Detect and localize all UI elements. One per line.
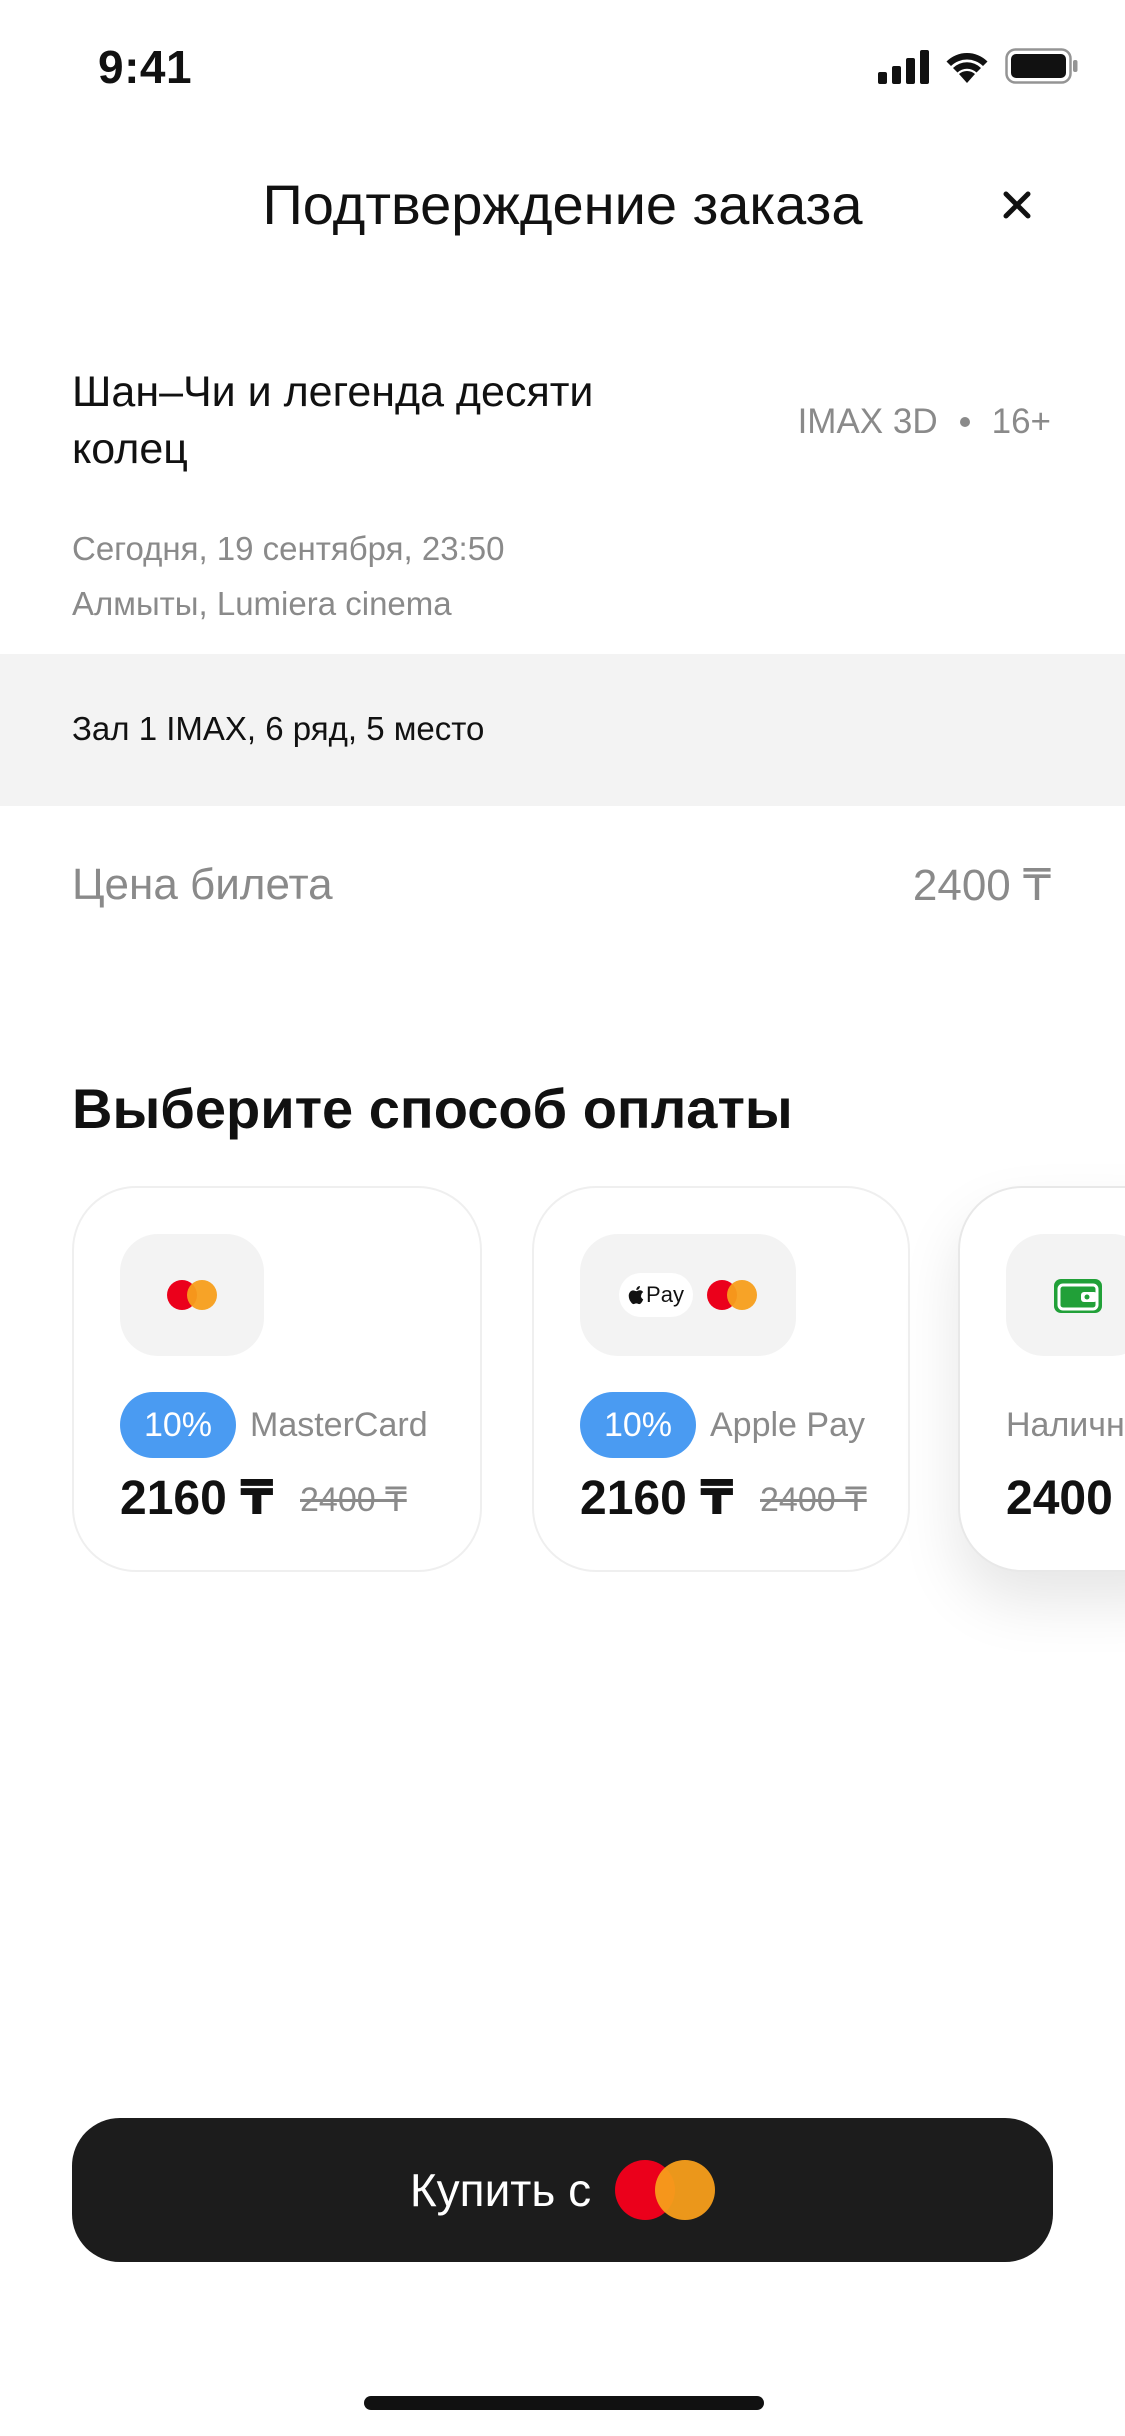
- cellular-signal-icon: [878, 48, 929, 84]
- payment-heading: Выберите способ оплаты: [72, 1077, 793, 1140]
- status-bar: 9:41: [0, 0, 1125, 132]
- discount-badge: 10%: [580, 1392, 696, 1458]
- movie-title: Шан–Чи и легенда десяти колец: [72, 368, 594, 473]
- mastercard-icon: [167, 1280, 217, 1310]
- seat-info-band: Зал 1 IMAX, 6 ряд, 5 место: [0, 654, 1125, 806]
- mastercard-icon: [707, 1280, 757, 1310]
- original-price: 2400 ₸: [300, 1481, 407, 1519]
- apple-pay-icon: Pay: [619, 1273, 693, 1317]
- battery-icon: [1005, 48, 1079, 84]
- payment-card-mastercard[interactable]: 10% MasterCard 2160 ₸ 2400 ₸: [72, 1186, 482, 1572]
- card-icon-box: [1006, 1234, 1125, 1356]
- discount-badge: 10%: [120, 1392, 236, 1458]
- age-rating: 16+: [991, 402, 1051, 441]
- movie-datetime: Сегодня, 19 сентября, 23:50: [72, 530, 505, 567]
- ticket-price-value: 2400 ₸: [912, 861, 1051, 910]
- apple-pay-label: Pay: [646, 1282, 684, 1307]
- price: 2400 ₸: [1006, 1472, 1125, 1525]
- original-price: 2400 ₸: [760, 1481, 867, 1519]
- seat-info: Зал 1 IMAX, 6 ряд, 5 место: [72, 710, 485, 747]
- payment-method-name: MasterCard: [250, 1406, 428, 1444]
- close-icon: [1003, 191, 1031, 219]
- buy-button-label: Купить с: [409, 2164, 592, 2216]
- card-icon-box: Pay: [580, 1234, 796, 1356]
- page-title: Подтверждение заказа: [262, 173, 863, 236]
- status-time: 9:41: [98, 41, 193, 93]
- home-indicator: [364, 2396, 764, 2410]
- buy-button[interactable]: Купить с: [72, 2118, 1053, 2262]
- wifi-icon: [945, 49, 989, 83]
- movie-meta: IMAX 3D 16+: [798, 402, 1051, 442]
- movie-format: IMAX 3D: [797, 402, 938, 441]
- status-icons: [878, 48, 1079, 84]
- ticket-price-label: Цена билета: [72, 860, 333, 909]
- payment-card-apple-pay[interactable]: Pay 10% Apple Pay 2160 ₸ 2400 ₸: [532, 1186, 910, 1572]
- payment-method-name: Наличными: [1006, 1406, 1125, 1444]
- close-button[interactable]: [990, 178, 1044, 232]
- card-icon-box: [120, 1234, 264, 1356]
- separator-dot: [959, 417, 970, 427]
- apple-logo-icon: [628, 1286, 644, 1305]
- discounted-price: 2160 ₸: [120, 1472, 274, 1525]
- movie-place: Алмыты, Lumiera cinema: [72, 585, 452, 622]
- wallet-icon: [1054, 1279, 1102, 1313]
- discounted-price: 2160 ₸: [580, 1472, 734, 1525]
- payment-card-cash[interactable]: Наличными 2400 ₸: [958, 1186, 1125, 1572]
- payment-method-name: Apple Pay: [710, 1406, 865, 1444]
- mastercard-icon: [615, 2160, 716, 2220]
